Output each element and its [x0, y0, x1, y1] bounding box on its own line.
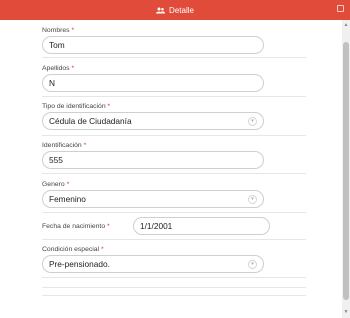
genero-select[interactable]: Femenino ▾ — [42, 190, 264, 208]
divider — [42, 239, 306, 240]
divider — [42, 212, 306, 213]
nombres-field: Nombres * Tom — [42, 27, 338, 54]
divider — [42, 57, 306, 58]
vertical-scrollbar[interactable]: ▲ ▼ — [342, 20, 350, 318]
divider — [42, 287, 306, 288]
divider — [42, 135, 306, 136]
fecha-nacimiento-field: Fecha de nacimiento * 1/1/2001 — [42, 217, 338, 235]
dialog-title-text: Detalle — [169, 5, 194, 15]
scrollbar-thumb[interactable] — [343, 42, 349, 300]
divider — [42, 173, 306, 174]
condicion-especial-field: Condición especial * Pre-pensionado. ▾ — [42, 246, 338, 273]
window-icon[interactable] — [337, 5, 344, 12]
tipo-identificacion-label: Tipo de identificación * — [42, 103, 111, 110]
nombres-label: Nombres * — [42, 27, 75, 34]
dialog-title: Detalle — [156, 6, 194, 15]
chevron-down-icon[interactable]: ▾ — [248, 194, 257, 204]
nombres-input[interactable]: Tom — [42, 36, 264, 54]
condicion-especial-select[interactable]: Pre-pensionado. ▾ — [42, 255, 264, 273]
genero-label: Genero * — [42, 181, 70, 188]
scroll-down-icon[interactable]: ▼ — [343, 309, 349, 315]
fecha-nacimiento-label: Fecha de nacimiento * — [42, 222, 110, 230]
divider — [42, 277, 306, 278]
fecha-nacimiento-input[interactable]: 1/1/2001 — [133, 217, 270, 235]
apellidos-input[interactable]: N — [42, 74, 264, 92]
chevron-down-icon[interactable]: ▾ — [248, 259, 257, 269]
identificacion-input[interactable]: 555 — [42, 151, 264, 169]
chevron-down-icon[interactable]: ▾ — [248, 116, 257, 126]
scroll-up-icon[interactable]: ▲ — [343, 22, 349, 28]
apellidos-label: Apellidos * — [42, 65, 75, 72]
tipo-identificacion-field: Tipo de identificación * Cédula de Ciuda… — [42, 103, 338, 130]
users-icon — [156, 7, 166, 14]
apellidos-field: Apellidos * N — [42, 65, 338, 92]
identificacion-label: Identificación * — [42, 142, 87, 149]
condicion-especial-label: Condición especial * — [42, 246, 104, 253]
genero-field: Genero * Femenino ▾ — [42, 181, 338, 208]
divider — [42, 96, 306, 97]
form-scroll-area[interactable]: Nombres * Tom Apellidos * N Tipo de iden… — [0, 20, 350, 318]
divider — [42, 295, 306, 296]
dialog-header: Detalle — [0, 0, 350, 20]
identificacion-field: Identificación * 555 — [42, 142, 338, 169]
tipo-identificacion-select[interactable]: Cédula de Ciudadanía ▾ — [42, 112, 264, 130]
